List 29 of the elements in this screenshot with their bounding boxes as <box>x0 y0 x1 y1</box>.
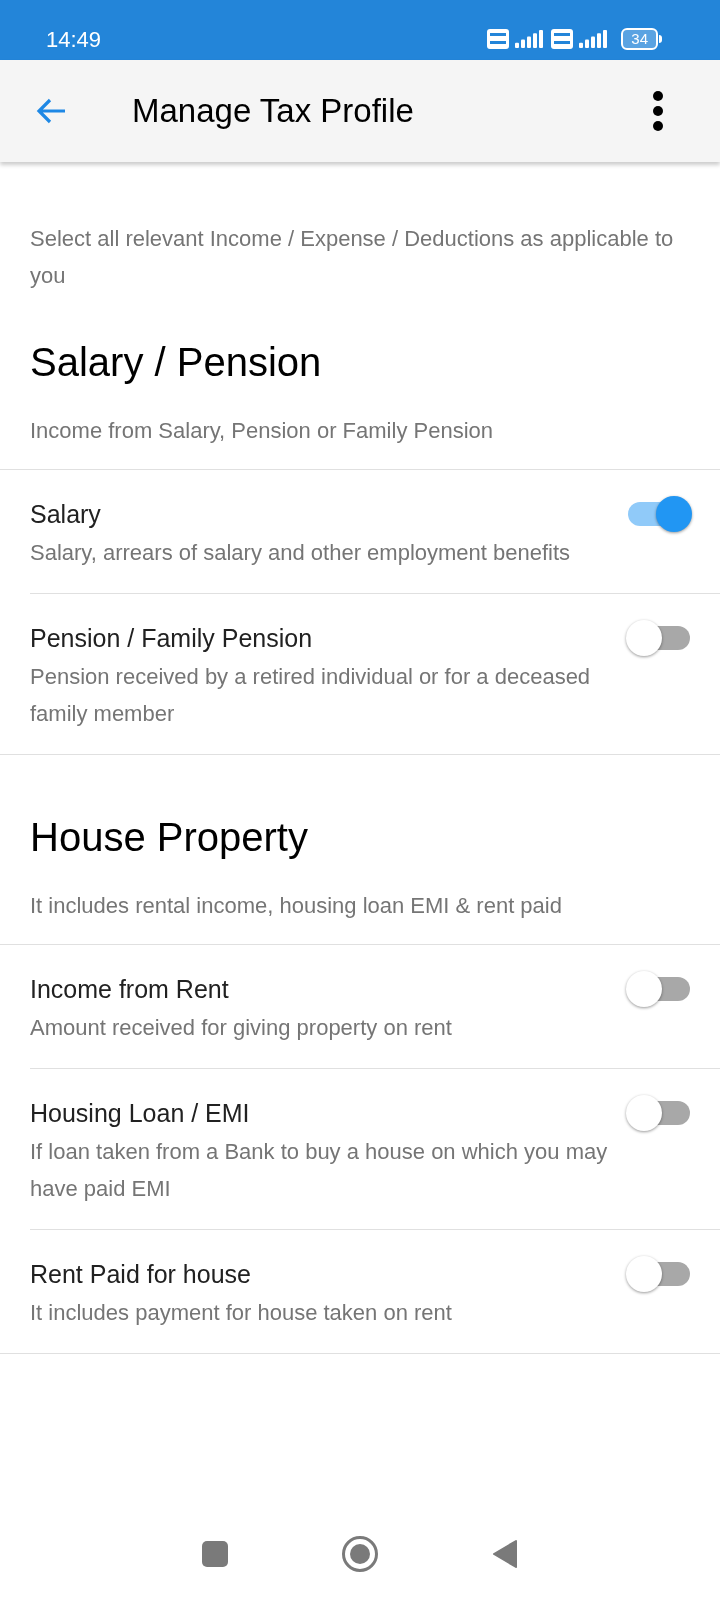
option-title: Housing Loan / EMI <box>30 1098 251 1129</box>
more-options-icon[interactable] <box>652 91 664 131</box>
option-description: It includes payment for house taken on rent <box>30 1299 453 1327</box>
signal-icon <box>515 30 546 48</box>
option-description: Salary, arrears of salary and other employment benefits <box>30 539 572 567</box>
option-description: If loan taken from a Bank to buy a house on which you may have paid EMI <box>30 1138 609 1203</box>
recent-apps-icon[interactable] <box>202 1541 228 1567</box>
signal-icon <box>579 30 610 48</box>
toggle-switch[interactable] <box>626 1256 692 1292</box>
option-title: Salary <box>30 499 102 530</box>
toggle-switch[interactable] <box>626 620 692 656</box>
toggle-switch[interactable] <box>626 1095 692 1131</box>
option-title: Rent Paid for house <box>30 1259 252 1290</box>
option-description: Pension received by a retired individual or for a deceased family member <box>30 663 592 728</box>
toggle-switch[interactable] <box>626 496 692 532</box>
back-nav-icon[interactable] <box>492 1539 518 1569</box>
status-time: 14:49 <box>46 25 102 54</box>
option-description: Amount received for giving property on rent <box>30 1014 453 1042</box>
page-title: Manage Tax Profile <box>132 91 415 132</box>
battery-indicator: 34 <box>621 28 658 50</box>
toggle-switch[interactable] <box>626 971 692 1007</box>
section-heading: Salary / Pension <box>30 339 323 386</box>
option-title: Income from Rent <box>30 974 230 1005</box>
section-heading: House Property <box>30 814 309 861</box>
section-subtitle: It includes rental income, housing loan EMI & rent paid <box>30 892 563 920</box>
home-icon[interactable] <box>342 1536 378 1572</box>
section-subtitle: Income from Salary, Pension or Family Pension <box>30 417 494 445</box>
option-title: Pension / Family Pension <box>30 623 314 654</box>
intro-text: Select all relevant Income / Expense / Deductions as applicable to you <box>30 225 675 290</box>
